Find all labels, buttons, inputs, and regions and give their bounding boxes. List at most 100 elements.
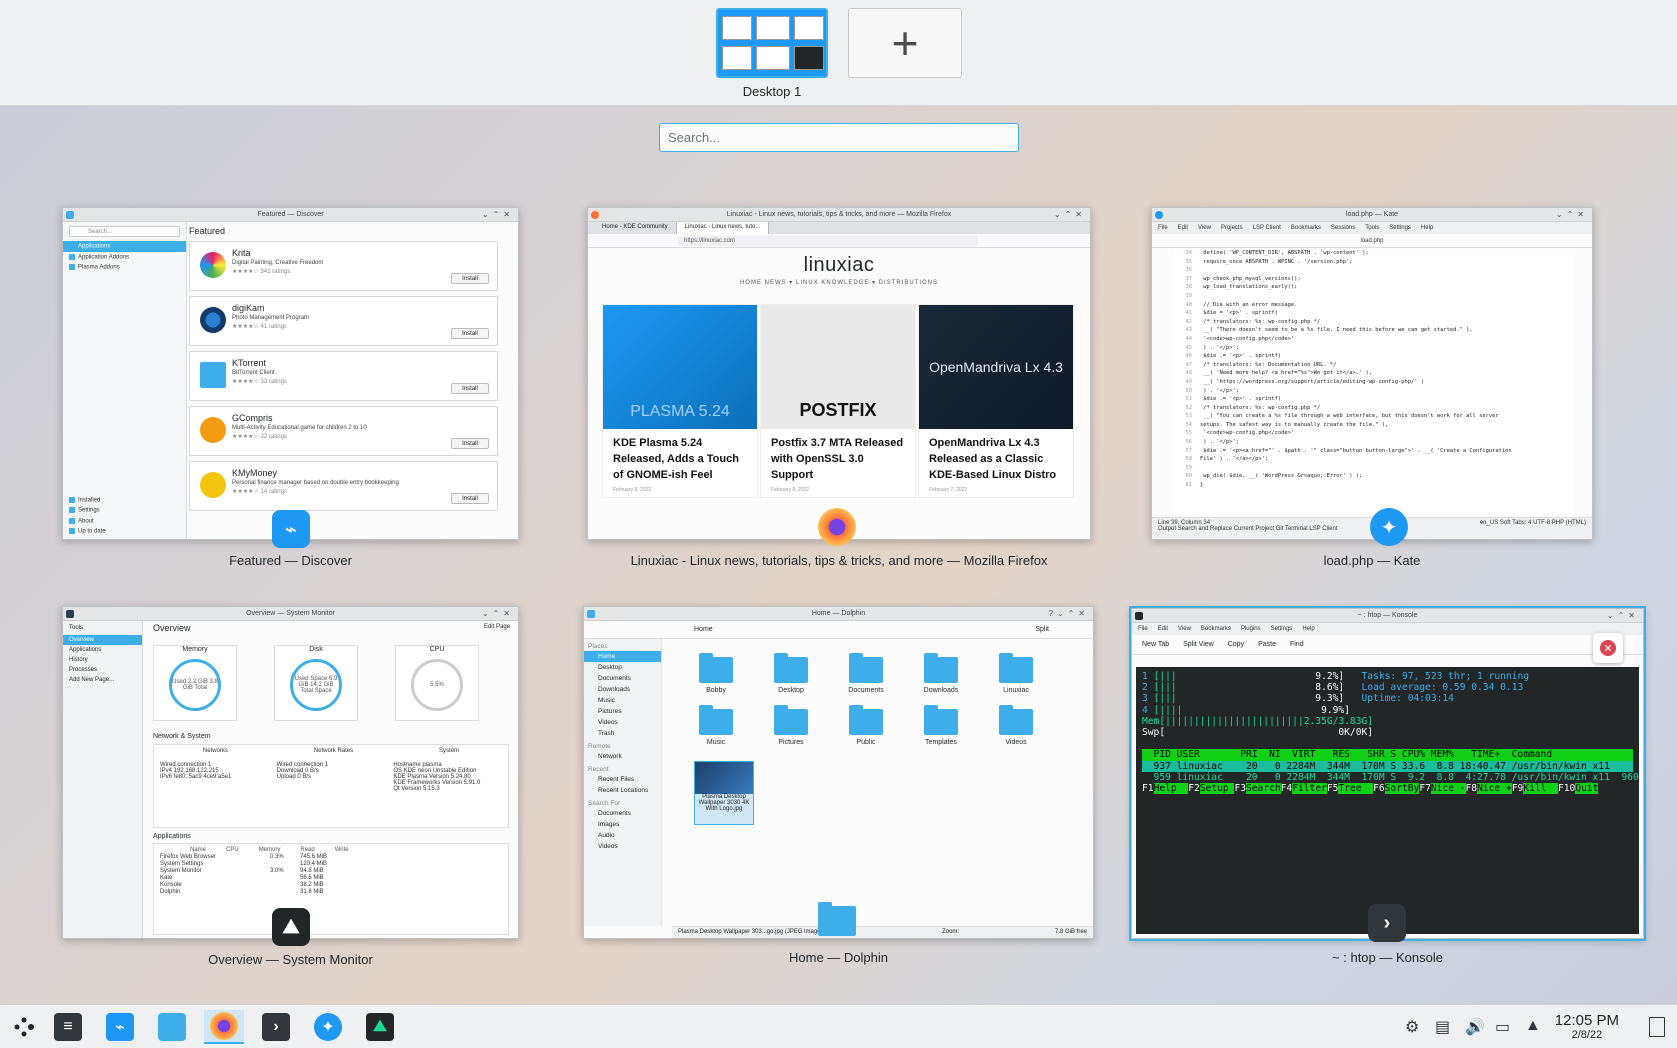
folder-item[interactable]: Linuxiac: [986, 653, 1046, 694]
menu-item[interactable]: Bookmarks: [1201, 626, 1231, 632]
menu-item[interactable]: Settings: [1271, 626, 1293, 632]
sidebar-item-about[interactable]: About: [63, 516, 186, 527]
window-kate[interactable]: load.php — Kate ⌄⌃✕ File Edit View Proje…: [1151, 207, 1593, 540]
task-kate[interactable]: ✦: [308, 1010, 348, 1044]
code-editor[interactable]: 34 define( 'WP_CONTENT_DIR', ABSPATH . '…: [1174, 249, 1574, 517]
menu-file[interactable]: File: [1158, 225, 1168, 231]
status-right[interactable]: en_US Soft Tabs: 4 UTF-8 PHP (HTML): [1480, 520, 1586, 526]
sidebar-item-processes[interactable]: Processes: [63, 665, 142, 675]
folder-item[interactable]: Pictures: [761, 705, 821, 746]
places-item[interactable]: Downloads: [584, 684, 661, 695]
toolbar-button[interactable]: Split View: [1183, 641, 1214, 648]
site-nav[interactable]: HOME NEWS ▾ LINUX KNOWLEDGE ▾ DISTRIBUTI…: [588, 279, 1090, 286]
window-discover[interactable]: Featured — Discover ⌄⌃✕ Search... Applic…: [62, 207, 519, 540]
digital-clock[interactable]: 12:05 PM 2/8/22: [1555, 1012, 1619, 1041]
folder-item[interactable]: Public: [836, 705, 896, 746]
add-desktop-button[interactable]: +: [848, 8, 962, 78]
sidebar-item-installed[interactable]: Installed: [63, 495, 186, 506]
tray-expand-icon[interactable]: ▲: [1525, 1017, 1541, 1035]
task-konsole[interactable]: ›: [256, 1010, 296, 1044]
code-line[interactable]: 41 $die = '<p>' . sprintf(: [1174, 309, 1574, 318]
menu-item[interactable]: Edit: [1158, 626, 1168, 632]
toolbar-button[interactable]: Find: [1290, 641, 1304, 648]
tools-menu[interactable]: Tools: [63, 621, 142, 635]
toolbar-button[interactable]: Copy: [1228, 641, 1244, 648]
table-row[interactable]: System Monitor 3.0% 94.8 MiB: [160, 868, 502, 874]
task-firefox[interactable]: [204, 1010, 244, 1044]
sidebar-item-application-addons[interactable]: Application Addons: [63, 252, 186, 263]
window-controls[interactable]: ⌄⌃✕: [482, 609, 514, 618]
column-header[interactable]: Name: [190, 847, 206, 853]
column-header[interactable]: Read: [300, 847, 314, 853]
places-item[interactable]: Pictures: [584, 706, 661, 717]
sidebar-item-overview[interactable]: Overview: [63, 635, 142, 645]
column-header[interactable]: Memory: [259, 847, 281, 853]
code-line[interactable]: 43 __( "There doesn't seem to be a %s fi…: [1174, 326, 1574, 335]
menu-projects[interactable]: Projects: [1221, 225, 1243, 231]
folder-item[interactable]: Bobby: [686, 653, 746, 694]
window-controls[interactable]: ?⌄⌃✕: [1048, 609, 1089, 618]
code-line[interactable]: 56 ) . '</p>';: [1174, 438, 1574, 447]
places-item[interactable]: Network: [584, 751, 661, 762]
kdeconnect-icon[interactable]: ⚙: [1405, 1017, 1419, 1037]
desktop-1-thumbnail[interactable]: [716, 8, 828, 78]
install-button[interactable]: Install: [451, 383, 489, 394]
menu-help[interactable]: Help: [1421, 225, 1433, 231]
task-system-monitor[interactable]: ⛰: [360, 1010, 400, 1044]
zoom-label[interactable]: Zoom:: [942, 929, 959, 936]
code-line[interactable]: 46 $die .= '<p>' . sprintf(: [1174, 352, 1574, 361]
app-card[interactable]: KTorrent BitTorrent Client ★★★★☆ 33 rati…: [189, 351, 498, 401]
code-line[interactable]: 42 /* translators: %s: wp-config.php */: [1174, 318, 1574, 327]
places-item[interactable]: Home: [584, 651, 661, 662]
sidebar-item-plasma-addons[interactable]: Plasma Addons: [63, 262, 186, 273]
code-line[interactable]: 50 ) . '</p>';: [1174, 387, 1574, 396]
menu-item[interactable]: File: [1138, 626, 1148, 632]
sidebar-item-add-page[interactable]: Add New Page...: [63, 675, 142, 685]
code-line[interactable]: 38 wp_load_translations_early();: [1174, 283, 1574, 292]
window-dolphin[interactable]: Home — Dolphin ?⌄⌃✕ Home Split Places Hom…: [583, 606, 1094, 939]
menu-tools[interactable]: Tools: [1365, 225, 1379, 231]
sidebar-item-settings[interactable]: Settings: [63, 505, 186, 516]
install-button[interactable]: Install: [451, 438, 489, 449]
sidebar-item-history[interactable]: History: [63, 655, 142, 665]
folder-item[interactable]: Downloads: [911, 653, 971, 694]
terminal-htop[interactable]: 1 [||| 9.2%] Tasks: 97, 523 thr; 1 runni…: [1136, 667, 1639, 934]
places-item[interactable]: Videos: [584, 717, 661, 728]
task-discover[interactable]: ⌁: [100, 1010, 140, 1044]
code-line[interactable]: 45 ) . '</p>';: [1174, 344, 1574, 353]
toolbar-button[interactable]: Paste: [1258, 641, 1276, 648]
app-launcher-button[interactable]: [4, 1010, 44, 1044]
code-line[interactable]: 59: [1174, 464, 1574, 473]
code-line[interactable]: 49 __( 'https://wordpress.org/support/ar…: [1174, 378, 1574, 387]
menu-item[interactable]: Plugins: [1241, 626, 1261, 632]
app-card[interactable]: KMyMoney Personal finance manager based …: [189, 461, 498, 511]
code-line[interactable]: 34 define( 'WP_CONTENT_DIR', ABSPATH . '…: [1174, 249, 1574, 258]
install-button[interactable]: Install: [451, 273, 489, 284]
url-bar[interactable]: https://linuxiac.com: [588, 234, 1090, 248]
tab-linuxiac[interactable]: Linuxiac - Linux news, tuto...: [676, 222, 770, 234]
window-system-monitor[interactable]: Overview — System Monitor ⌄⌃✕ Tools Over…: [62, 606, 519, 939]
menu-lsp-client[interactable]: LSP Client: [1253, 225, 1281, 231]
sidebar-item-applications[interactable]: Applications: [63, 241, 186, 252]
column-header[interactable]: CPU: [226, 847, 239, 853]
places-item[interactable]: Documents: [584, 673, 661, 684]
folder-item[interactable]: Desktop: [761, 653, 821, 694]
places-item[interactable]: Desktop: [584, 662, 661, 673]
url-text[interactable]: https://linuxiac.com: [678, 235, 978, 246]
table-row[interactable]: Kate 56.5 MiB: [160, 875, 502, 881]
places-item[interactable]: Images: [584, 819, 661, 830]
window-firefox[interactable]: Linuxiac - Linux news, tutorials, tips &…: [587, 207, 1091, 540]
article-title[interactable]: KDE Plasma 5.24 Released, Adds a Touch o…: [603, 429, 757, 483]
folder-item[interactable]: Videos: [986, 705, 1046, 746]
install-button[interactable]: Install: [451, 328, 489, 339]
code-line[interactable]: 52 /* translators: %s: wp-config.php */: [1174, 404, 1574, 413]
window-controls[interactable]: ⌄⌃✕: [1054, 210, 1086, 219]
places-item[interactable]: Music: [584, 695, 661, 706]
tab-kde[interactable]: Home - KDE Community: [594, 222, 677, 234]
app-card[interactable]: digiKam Photo Management Program ★★★★☆ 4…: [189, 296, 498, 346]
code-line[interactable]: 60 wp_die( $die, __( 'WordPress &rsaquo;…: [1174, 472, 1574, 481]
menu-item[interactable]: Help: [1302, 626, 1314, 632]
window-controls[interactable]: ⌄⌃✕: [1556, 210, 1588, 219]
article-card[interactable]: PLASMA 5.24 KDE Plasma 5.24 Released, Ad…: [602, 304, 758, 498]
table-row[interactable]: Firefox Web Browser 0.3% 745.6 MiB: [160, 854, 502, 860]
